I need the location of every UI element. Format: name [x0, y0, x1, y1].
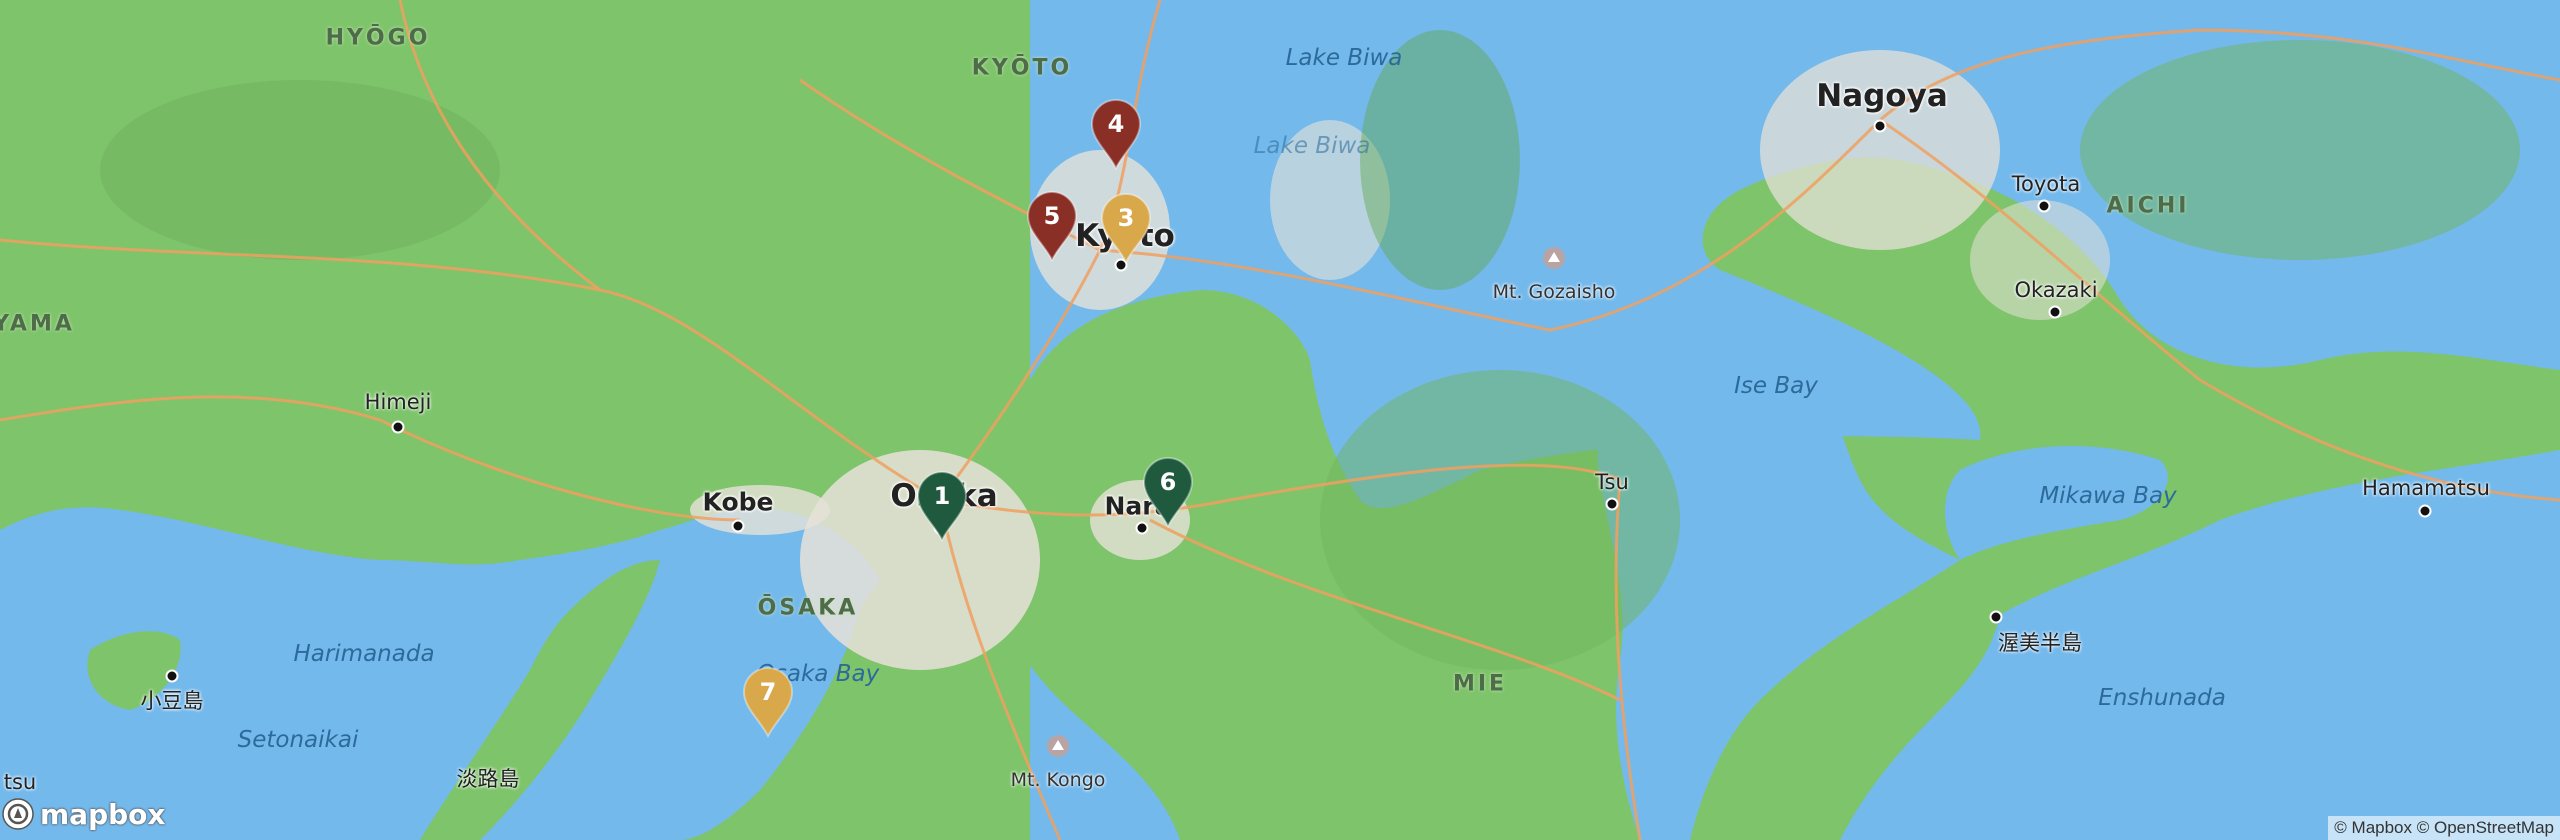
- map-label-mt-kongo: Mt. Kongo: [1010, 769, 1106, 791]
- map-label-setonaikai: Setonaikai: [237, 727, 359, 753]
- basemap: [0, 0, 2560, 840]
- map-label-aichi: AICHI: [2106, 193, 2190, 219]
- map-label-kobe: Kobe: [702, 487, 774, 517]
- map-canvas[interactable]: HYŌGO KYŌTO ŌSAKA AICHI MIE YAMA Nagoya …: [0, 0, 2560, 840]
- map-marker-1[interactable]: 1: [914, 470, 970, 542]
- city-dot-shodoshima: [165, 669, 179, 683]
- city-dot-atsumi: [1989, 610, 2003, 624]
- map-attribution[interactable]: © Mapbox © OpenStreetMap: [2328, 816, 2560, 840]
- map-marker-number: 6: [1159, 468, 1177, 496]
- mountain-peak-icon: [1543, 247, 1565, 269]
- mapbox-logo[interactable]: mapbox: [0, 796, 165, 832]
- map-marker-number: 5: [1043, 202, 1061, 230]
- map-marker-number: 3: [1117, 204, 1135, 232]
- mapbox-logo-text: mapbox: [40, 797, 166, 831]
- map-label-kyoto-prefecture: KYŌTO: [971, 55, 1073, 81]
- map-label-mt-gozaisho: Mt. Gozaisho: [1492, 281, 1616, 303]
- map-marker-4[interactable]: 4: [1088, 98, 1144, 170]
- map-label-shodoshima: 小豆島: [140, 689, 204, 713]
- city-dot-toyota: [2037, 199, 2051, 213]
- map-label-lake-biwa-south: Lake Biwa: [1253, 133, 1371, 159]
- map-marker-number: 7: [759, 678, 777, 706]
- map-label-tokushima-edge: tsu: [3, 770, 37, 794]
- map-marker-number: 1: [933, 482, 951, 510]
- map-label-lake-biwa: Lake Biwa: [1285, 45, 1403, 71]
- map-label-okazaki: Okazaki: [2014, 278, 2098, 302]
- map-label-nagoya: Nagoya: [1816, 78, 1948, 114]
- map-label-okayama-edge: YAMA: [0, 311, 75, 337]
- map-label-toyota: Toyota: [2011, 172, 2081, 196]
- mountain-peak-icon: [1047, 735, 1069, 757]
- map-label-hamamatsu: Hamamatsu: [2362, 476, 2490, 500]
- city-dot-hamamatsu: [2418, 504, 2432, 518]
- map-label-enshunada: Enshunada: [2098, 685, 2226, 711]
- mapbox-logo-icon: [2, 798, 34, 830]
- city-dot-tsu: [1605, 497, 1619, 511]
- map-label-harimanada: Harimanada: [293, 641, 435, 667]
- map-label-hyogo: HYŌGO: [325, 25, 431, 51]
- map-marker-number: 4: [1107, 110, 1125, 138]
- map-label-himeji: Himeji: [364, 390, 432, 414]
- map-marker-6[interactable]: 6: [1140, 456, 1196, 528]
- city-dot-nagoya: [1873, 119, 1887, 133]
- map-marker-7[interactable]: 7: [740, 666, 796, 738]
- map-label-awajishima: 淡路島: [456, 767, 520, 791]
- city-dot-kobe: [731, 519, 745, 533]
- map-marker-3[interactable]: 3: [1098, 192, 1154, 264]
- map-label-ise-bay: Ise Bay: [1734, 373, 1818, 399]
- map-marker-5[interactable]: 5: [1024, 190, 1080, 262]
- map-label-tsu: Tsu: [1595, 470, 1629, 494]
- map-label-atsumi-peninsula: 渥美半島: [1998, 631, 2082, 655]
- map-label-mikawa-bay: Mikawa Bay: [2039, 483, 2177, 509]
- map-label-mie: MIE: [1452, 671, 1508, 697]
- city-dot-himeji: [391, 420, 405, 434]
- city-dot-okazaki: [2048, 305, 2062, 319]
- map-label-osaka-prefecture: ŌSAKA: [757, 595, 859, 621]
